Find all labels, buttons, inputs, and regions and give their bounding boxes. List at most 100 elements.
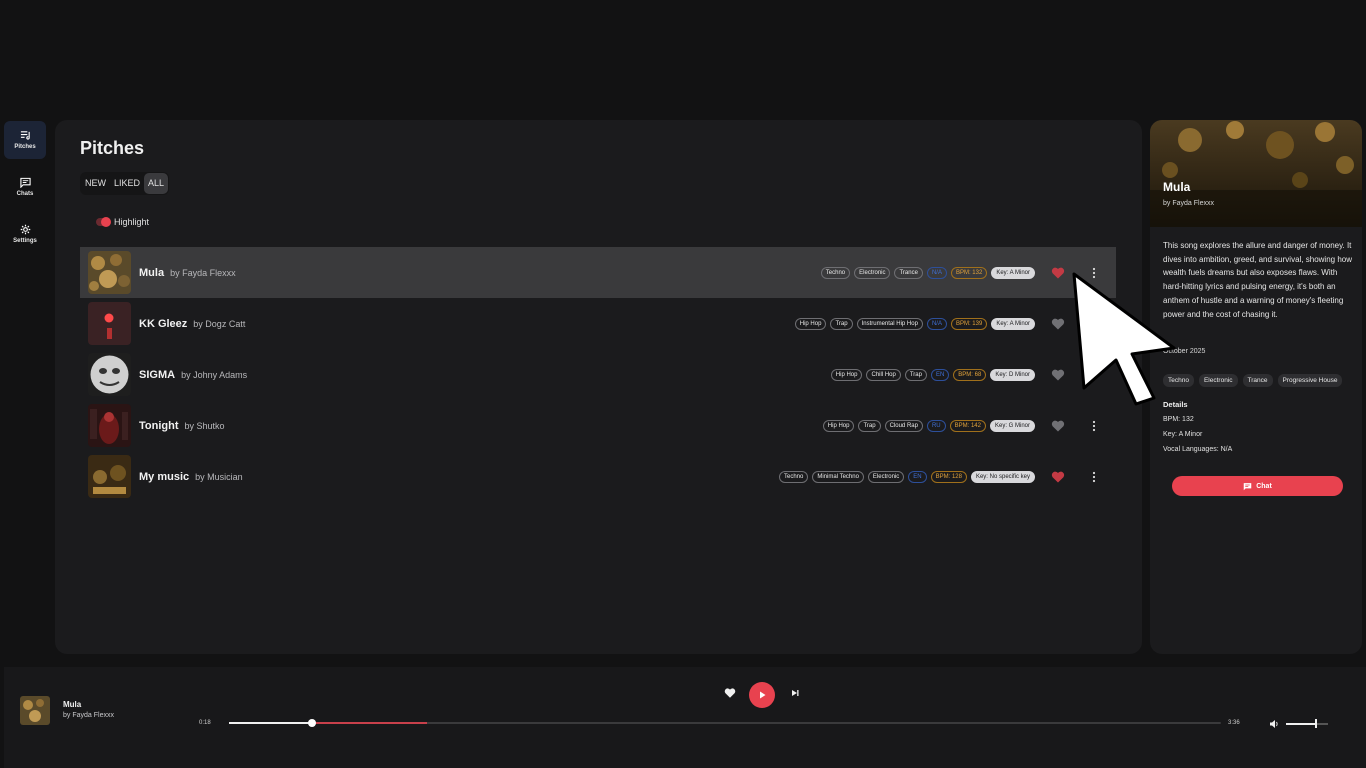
detail-tags: Techno Electronic Trance Progressive Hou… xyxy=(1163,374,1343,387)
song-tags: Hip Hop Trap Cloud Rap RU BPM: 142 Key: … xyxy=(822,419,1035,432)
like-heart-icon[interactable] xyxy=(1051,419,1065,433)
play-button[interactable] xyxy=(749,682,775,708)
like-heart-icon[interactable] xyxy=(1051,266,1065,280)
song-title: SIGMA xyxy=(139,368,176,381)
page-title: Pitches xyxy=(80,138,145,158)
progress-fill xyxy=(229,722,313,724)
filter-new[interactable]: NEW xyxy=(81,173,110,194)
genre-tag: Trap xyxy=(830,317,853,330)
song-row[interactable]: My music by Musician Techno Minimal Tech… xyxy=(80,451,1116,502)
song-tags: Hip Hop Chill Hop Trap EN BPM: 68 Key: D… xyxy=(830,368,1035,381)
highlight-label: Highlight xyxy=(114,217,150,227)
playlist-icon xyxy=(20,131,30,140)
song-row[interactable]: KK Gleez by Dogz Catt Hip Hop Trap Instr… xyxy=(80,298,1116,349)
genre-tag: Electronic xyxy=(867,470,905,483)
genre-tag: Cloud Rap xyxy=(884,419,923,432)
detail-key: Key: A Minor xyxy=(1163,431,1203,438)
cover-art xyxy=(88,353,131,396)
genre-tag: Trap xyxy=(904,368,927,381)
song-tags: Hip Hop Trap Instrumental Hip Hop N/A BP… xyxy=(794,317,1035,330)
nav-label: Pitches xyxy=(14,144,36,150)
song-artist: by Fayda Flexxx xyxy=(170,267,236,278)
like-heart-icon[interactable] xyxy=(1051,470,1065,484)
song-artist: by Shutko xyxy=(184,420,225,431)
highlight-toggle-group: Highlight xyxy=(96,217,149,227)
chat-button[interactable]: Chat xyxy=(1172,476,1343,496)
genre-tag: Progressive House xyxy=(1277,374,1343,387)
gear-icon xyxy=(20,224,30,235)
more-options-icon[interactable] xyxy=(1090,471,1098,483)
song-row[interactable]: Tonight by Shutko Hip Hop Trap Cloud Rap… xyxy=(80,400,1116,451)
filter-tabs: NEW LIKED ALL xyxy=(80,172,170,195)
genre-tag: Electronic xyxy=(1198,374,1238,387)
key-tag: Key: A Minor xyxy=(991,317,1035,330)
language-tag: EN xyxy=(908,470,927,483)
genre-tag: Trance xyxy=(1242,374,1273,387)
skip-next-icon[interactable] xyxy=(790,688,800,698)
play-icon xyxy=(760,691,766,699)
cover-art xyxy=(88,302,131,345)
like-heart-icon[interactable] xyxy=(1051,368,1065,382)
nav-item-chats[interactable]: Chats xyxy=(4,168,46,206)
song-title: Tonight xyxy=(139,419,179,432)
genre-tag: Instrumental Hip Hop xyxy=(856,317,923,330)
bpm-tag: BPM: 139 xyxy=(950,317,988,330)
like-heart-icon[interactable] xyxy=(724,687,736,699)
language-tag: RU xyxy=(926,419,946,432)
song-list: Mula by Fayda Flexxx Techno Electronic T… xyxy=(80,247,1116,502)
genre-tag: Hip Hop xyxy=(794,317,827,330)
nav-item-pitches[interactable]: Pitches xyxy=(4,121,46,159)
bpm-tag: BPM: 132 xyxy=(950,266,988,279)
language-tag: EN xyxy=(930,368,950,381)
cover-art xyxy=(88,404,131,447)
genre-tag: Minimal Techno xyxy=(812,470,864,483)
song-tags: Techno Electronic Trance N/A BPM: 132 Ke… xyxy=(820,266,1035,279)
volume-icon[interactable] xyxy=(1269,719,1279,729)
genre-tag: Electronic xyxy=(854,266,891,279)
mouse-cursor-icon xyxy=(1072,272,1176,406)
player-artist: by Fayda Flexxx xyxy=(63,712,114,719)
detail-artist: by Fayda Flexxx xyxy=(1163,200,1214,207)
player-bar: Mula by Fayda Flexxx 0:18 3:36 xyxy=(4,667,1366,768)
key-tag: Key: D Minor xyxy=(990,368,1035,381)
song-artist: by Johny Adams xyxy=(181,369,248,380)
more-options-icon[interactable] xyxy=(1090,420,1098,432)
nav-label: Settings xyxy=(13,238,37,244)
highlight-toggle[interactable] xyxy=(96,217,111,227)
song-artist: by Dogz Catt xyxy=(193,318,246,329)
app: Pitches Chats Settings Pitches NEW LIKED… xyxy=(0,0,1366,768)
song-title: Mula xyxy=(139,266,165,279)
volume-slider[interactable] xyxy=(1286,719,1328,728)
song-tags: Techno Minimal Techno Electronic EN BPM:… xyxy=(778,470,1035,483)
genre-tag: Hip Hop xyxy=(822,419,855,432)
filter-liked[interactable]: LIKED xyxy=(110,173,144,194)
duration-time: 3:36 xyxy=(1228,720,1240,726)
volume-knob[interactable] xyxy=(1315,719,1318,728)
language-tag: N/A xyxy=(926,266,947,279)
song-title: KK Gleez xyxy=(139,317,188,330)
song-artist: by Musician xyxy=(195,471,243,482)
volume-fill xyxy=(1286,723,1316,725)
bpm-tag: BPM: 68 xyxy=(953,368,987,381)
key-tag: Key: No specific key xyxy=(970,470,1035,483)
filter-all[interactable]: ALL xyxy=(144,173,169,194)
detail-vocal-languages: Vocal Languages: N/A xyxy=(1163,446,1233,453)
chat-icon xyxy=(1243,482,1252,490)
progress-knob[interactable] xyxy=(308,719,317,727)
song-title: My music xyxy=(139,470,190,483)
key-tag: Key: G Minor xyxy=(989,419,1035,432)
cover-art xyxy=(88,455,131,498)
chat-button-label: Chat xyxy=(1256,482,1272,490)
progress-slider[interactable] xyxy=(229,719,1221,727)
player-cover-art xyxy=(20,696,50,725)
genre-tag: Hip Hop xyxy=(830,368,863,381)
song-row[interactable]: SIGMA by Johny Adams Hip Hop Chill Hop T… xyxy=(80,349,1116,400)
sidebar-nav: Pitches Chats Settings xyxy=(0,118,50,253)
song-row[interactable]: Mula by Fayda Flexxx Techno Electronic T… xyxy=(80,247,1116,298)
nav-item-settings[interactable]: Settings xyxy=(4,215,46,253)
genre-tag: Techno xyxy=(820,266,851,279)
song-detail-panel: Mula by Fayda Flexxx This song explores … xyxy=(1150,120,1362,654)
like-heart-icon[interactable] xyxy=(1051,317,1065,331)
chat-icon xyxy=(19,177,31,188)
elapsed-time: 0:18 xyxy=(199,720,211,726)
